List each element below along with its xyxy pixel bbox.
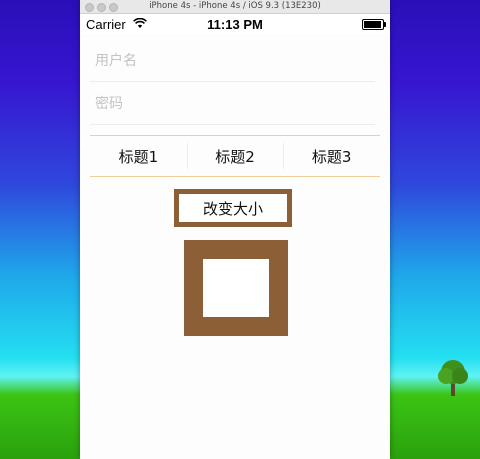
simulator-window: iPhone 4s - iPhone 4s / iOS 9.3 (13E230)… — [80, 0, 390, 459]
tab-2[interactable]: 标题2 — [186, 136, 284, 176]
zoom-window-button[interactable] — [109, 3, 118, 12]
change-size-button[interactable]: 改变大小 — [174, 189, 292, 227]
window-titlebar: iPhone 4s - iPhone 4s / iOS 9.3 (13E230) — [80, 0, 390, 14]
minimize-window-button[interactable] — [97, 3, 106, 12]
battery-icon — [362, 19, 386, 30]
resizable-box — [184, 240, 288, 336]
tree-icon — [438, 360, 468, 396]
tab-3[interactable]: 标题3 — [283, 136, 380, 176]
username-field[interactable] — [90, 41, 375, 82]
window-title: iPhone 4s - iPhone 4s / iOS 9.3 (13E230) — [149, 1, 321, 11]
password-input[interactable] — [90, 84, 375, 124]
close-window-button[interactable] — [85, 3, 94, 12]
tab-bar: 标题1 标题2 标题3 — [90, 135, 380, 177]
tab-1[interactable]: 标题1 — [90, 136, 187, 176]
status-bar: Carrier 11:13 PM — [80, 14, 390, 34]
username-input[interactable] — [90, 41, 375, 81]
status-time: 11:13 PM — [207, 17, 263, 32]
password-field[interactable] — [90, 84, 375, 125]
battery-fill — [364, 21, 382, 28]
